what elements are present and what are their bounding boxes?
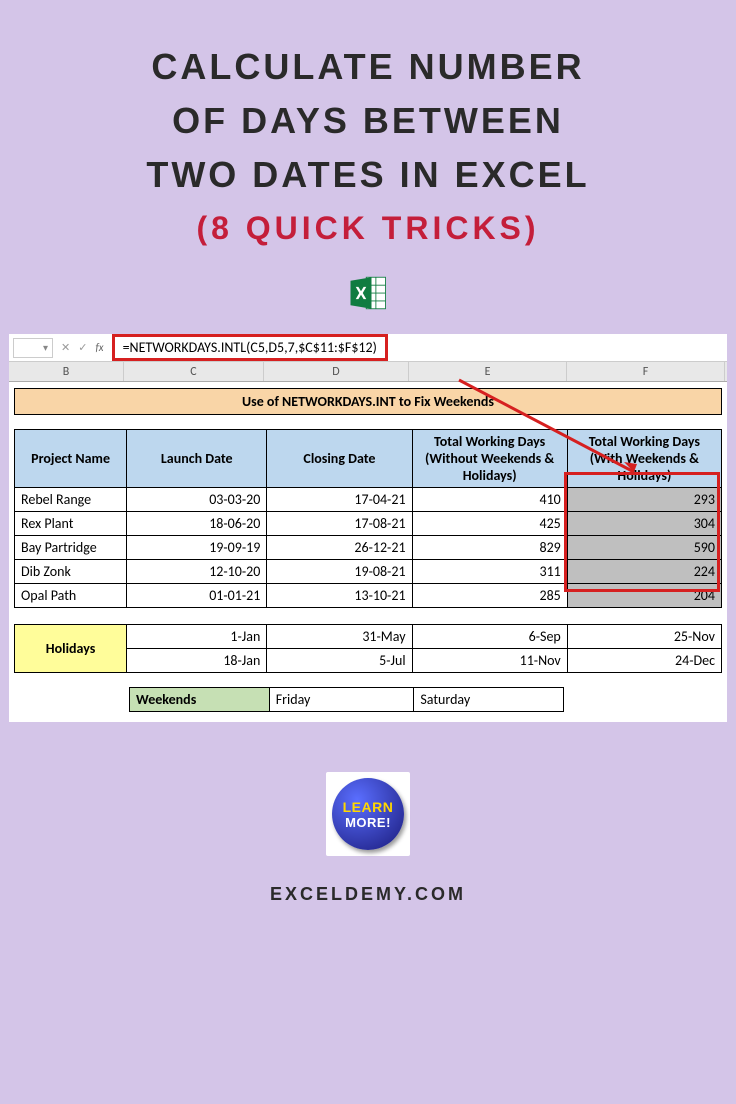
holiday-cell[interactable]: 11-Nov bbox=[412, 649, 567, 673]
cell-project[interactable]: Rex Plant bbox=[15, 512, 127, 536]
cell-with[interactable]: 293 bbox=[567, 488, 721, 512]
page-title: CALCULATE NUMBER OF DAYS BETWEEN TWO DAT… bbox=[146, 40, 589, 247]
cell-with[interactable]: 304 bbox=[567, 512, 721, 536]
header-project[interactable]: Project Name bbox=[15, 430, 127, 488]
table-row: Rebel Range 03-03-20 17-04-21 410 293 bbox=[15, 488, 722, 512]
col-header-b[interactable]: B bbox=[9, 362, 124, 381]
learn-more-button[interactable]: LEARN MORE! bbox=[332, 778, 404, 850]
cell-with[interactable]: 224 bbox=[567, 560, 721, 584]
learn-text-1: LEARN bbox=[343, 799, 394, 815]
sheet-title-row[interactable]: Use of NETWORKDAYS.INT to Fix Weekends bbox=[14, 388, 722, 415]
formula-bar: ▾ ✕ ✓ fx =NETWORKDAYS.INTL(C5,D5,7,$C$11… bbox=[9, 334, 727, 362]
formula-input[interactable]: =NETWORKDAYS.INTL(C5,D5,7,$C$11:$F$12) bbox=[112, 334, 388, 361]
cell-project[interactable]: Dib Zonk bbox=[15, 560, 127, 584]
holiday-cell[interactable]: 6-Sep bbox=[412, 625, 567, 649]
col-header-d[interactable]: D bbox=[264, 362, 409, 381]
header-closing[interactable]: Closing Date bbox=[267, 430, 412, 488]
cell-without[interactable]: 829 bbox=[412, 536, 567, 560]
cell-launch[interactable]: 01-01-21 bbox=[127, 584, 267, 608]
cancel-icon[interactable]: ✕ bbox=[61, 341, 70, 354]
cell-launch[interactable]: 12-10-20 bbox=[127, 560, 267, 584]
col-header-c[interactable]: C bbox=[124, 362, 264, 381]
cell-without[interactable]: 425 bbox=[412, 512, 567, 536]
table-row: Opal Path 01-01-21 13-10-21 285 204 bbox=[15, 584, 722, 608]
holidays-label[interactable]: Holidays bbox=[15, 625, 127, 673]
cell-project[interactable]: Bay Partridge bbox=[15, 536, 127, 560]
cell-launch[interactable]: 03-03-20 bbox=[127, 488, 267, 512]
formula-controls: ✕ ✓ fx bbox=[53, 341, 112, 354]
header-with[interactable]: Total Working Days (With Weekends & Holi… bbox=[567, 430, 721, 488]
enter-icon[interactable]: ✓ bbox=[78, 341, 87, 354]
holiday-cell[interactable]: 1-Jan bbox=[127, 625, 267, 649]
weekends-label[interactable]: Weekends bbox=[130, 688, 270, 712]
cell-project[interactable]: Rebel Range bbox=[15, 488, 127, 512]
weekend-day[interactable]: Saturday bbox=[414, 688, 564, 712]
table-row: Bay Partridge 19-09-19 26-12-21 829 590 bbox=[15, 536, 722, 560]
table-row: Dib Zonk 12-10-20 19-08-21 311 224 bbox=[15, 560, 722, 584]
col-header-e[interactable]: E bbox=[409, 362, 567, 381]
cell-project[interactable]: Opal Path bbox=[15, 584, 127, 608]
table-row: Rex Plant 18-06-20 17-08-21 425 304 bbox=[15, 512, 722, 536]
cell-with[interactable]: 204 bbox=[567, 584, 721, 608]
excel-screenshot: ▾ ✕ ✓ fx =NETWORKDAYS.INTL(C5,D5,7,$C$11… bbox=[9, 334, 727, 722]
holiday-cell[interactable]: 25-Nov bbox=[567, 625, 721, 649]
cell-launch[interactable]: 18-06-20 bbox=[127, 512, 267, 536]
cell-with[interactable]: 590 bbox=[567, 536, 721, 560]
weekend-day[interactable]: Friday bbox=[269, 688, 414, 712]
name-box[interactable]: ▾ bbox=[13, 338, 53, 358]
title-line-3: TWO DATES IN EXCEL bbox=[146, 148, 589, 202]
col-header-f[interactable]: F bbox=[567, 362, 725, 381]
header-row: Project Name Launch Date Closing Date To… bbox=[15, 430, 722, 488]
learn-text-2: MORE! bbox=[345, 815, 391, 830]
holiday-cell[interactable]: 5-Jul bbox=[267, 649, 412, 673]
holiday-cell[interactable]: 31-May bbox=[267, 625, 412, 649]
cell-closing[interactable]: 19-08-21 bbox=[267, 560, 412, 584]
holidays-table: Holidays 1-Jan 31-May 6-Sep 25-Nov 18-Ja… bbox=[14, 624, 722, 673]
cell-closing[interactable]: 17-04-21 bbox=[267, 488, 412, 512]
title-line-2: OF DAYS BETWEEN bbox=[146, 94, 589, 148]
table-row: Weekends Friday Saturday bbox=[130, 688, 564, 712]
cell-without[interactable]: 311 bbox=[412, 560, 567, 584]
site-name: EXCELDEMY.COM bbox=[270, 884, 466, 905]
cell-without[interactable]: 410 bbox=[412, 488, 567, 512]
cell-closing[interactable]: 17-08-21 bbox=[267, 512, 412, 536]
title-subtitle: (8 QUICK TRICKS) bbox=[146, 210, 589, 247]
header-without[interactable]: Total Working Days (Without Weekends & H… bbox=[412, 430, 567, 488]
cell-closing[interactable]: 13-10-21 bbox=[267, 584, 412, 608]
cell-launch[interactable]: 19-09-19 bbox=[127, 536, 267, 560]
holiday-cell[interactable]: 24-Dec bbox=[567, 649, 721, 673]
header-launch[interactable]: Launch Date bbox=[127, 430, 267, 488]
weekends-table: Weekends Friday Saturday bbox=[129, 687, 564, 712]
title-line-1: CALCULATE NUMBER bbox=[146, 40, 589, 94]
column-headers: B C D E F bbox=[9, 362, 727, 382]
holiday-cell[interactable]: 18-Jan bbox=[127, 649, 267, 673]
excel-icon bbox=[347, 272, 389, 314]
fx-label[interactable]: fx bbox=[95, 341, 103, 354]
data-table: Project Name Launch Date Closing Date To… bbox=[14, 429, 722, 608]
learn-more-badge[interactable]: LEARN MORE! bbox=[326, 772, 410, 856]
table-row: Holidays 1-Jan 31-May 6-Sep 25-Nov bbox=[15, 625, 722, 649]
spreadsheet-body: Use of NETWORKDAYS.INT to Fix Weekends P… bbox=[9, 382, 727, 722]
cell-closing[interactable]: 26-12-21 bbox=[267, 536, 412, 560]
cell-without[interactable]: 285 bbox=[412, 584, 567, 608]
